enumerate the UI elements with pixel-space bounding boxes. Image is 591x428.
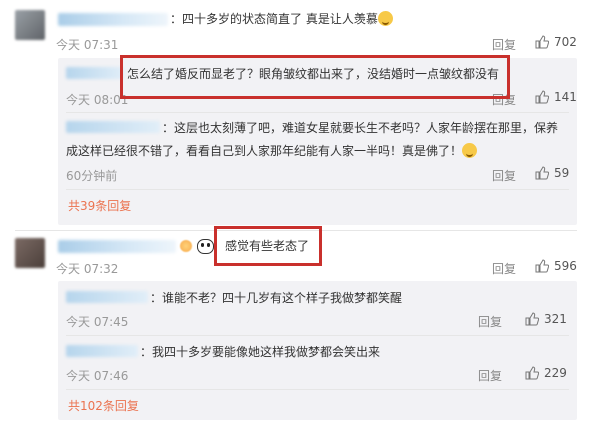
- reply-username[interactable]: [66, 291, 148, 303]
- like-count: 321: [544, 312, 567, 326]
- thumbs-up-icon: [535, 35, 549, 49]
- like-button[interactable]: 321: [525, 312, 567, 326]
- reply-text: ：谁能不老？四十几岁有这个样子我做梦都笑醒: [150, 291, 403, 305]
- reply-button[interactable]: 回复: [492, 36, 516, 53]
- reply-username[interactable]: [66, 121, 160, 133]
- comment-time: 今天 07:31: [56, 38, 119, 52]
- more-replies-link[interactable]: 共39条回复: [68, 198, 131, 215]
- reply-text-line2: 成这样已经很不错了，看看自己到人家那年纪能有人家一半吗！真是佛了！: [66, 143, 478, 160]
- reply-button[interactable]: 回复: [478, 313, 502, 330]
- like-count: 702: [554, 35, 577, 49]
- reply-time: 今天 07:45: [66, 315, 129, 329]
- like-button[interactable]: 141: [535, 90, 577, 104]
- commenter-avatar[interactable]: [15, 238, 45, 268]
- thumbs-up-icon: [535, 166, 549, 180]
- commenter-avatar[interactable]: [15, 10, 45, 40]
- like-button[interactable]: 59: [535, 166, 569, 180]
- reply-time: 今天 07:46: [66, 369, 129, 383]
- comment-time: 今天 07:32: [56, 262, 119, 276]
- like-button[interactable]: 229: [525, 366, 567, 380]
- thumbs-up-icon: [535, 259, 549, 273]
- divider: [66, 389, 569, 390]
- comment-text: ：四十多岁的状态简直了 真是让人羡慕: [170, 11, 393, 28]
- highlight-box: [214, 226, 322, 266]
- reply-text: ：我四十多岁要能像她这样我做梦都会笑出来: [140, 345, 381, 359]
- panda-emoji-icon: [197, 239, 214, 254]
- divider: [66, 112, 569, 113]
- like-count: 229: [544, 366, 567, 380]
- like-count: 59: [554, 166, 570, 180]
- thumbs-up-icon: [535, 90, 549, 104]
- commenter-username[interactable]: [58, 13, 168, 26]
- reply-time: 60分钟前: [66, 169, 118, 183]
- more-replies-link[interactable]: 共102条回复: [68, 398, 139, 415]
- commenter-username[interactable]: [58, 240, 176, 253]
- user-badge-icon: [180, 240, 192, 252]
- like-button[interactable]: 596: [535, 259, 577, 273]
- smile-emoji-icon: [462, 143, 478, 158]
- thumbs-up-icon: [525, 366, 539, 380]
- reply-button[interactable]: 回复: [492, 260, 516, 277]
- like-count: 596: [554, 259, 577, 273]
- smile-emoji-icon: [377, 11, 393, 26]
- highlight-box: [120, 55, 510, 99]
- divider: [66, 335, 569, 336]
- reply-username[interactable]: [66, 67, 124, 79]
- reply-button[interactable]: 回复: [492, 167, 516, 184]
- like-button[interactable]: 702: [535, 35, 577, 49]
- reply-button[interactable]: 回复: [478, 367, 502, 384]
- divider: [66, 189, 569, 190]
- like-count: 141: [554, 90, 577, 104]
- reply-username[interactable]: [66, 345, 138, 357]
- reply-text-line1: ：这层也太刻薄了吧，难道女星就要长生不老吗？人家年龄摆在那里，保养: [162, 121, 559, 135]
- thumbs-up-icon: [525, 312, 539, 326]
